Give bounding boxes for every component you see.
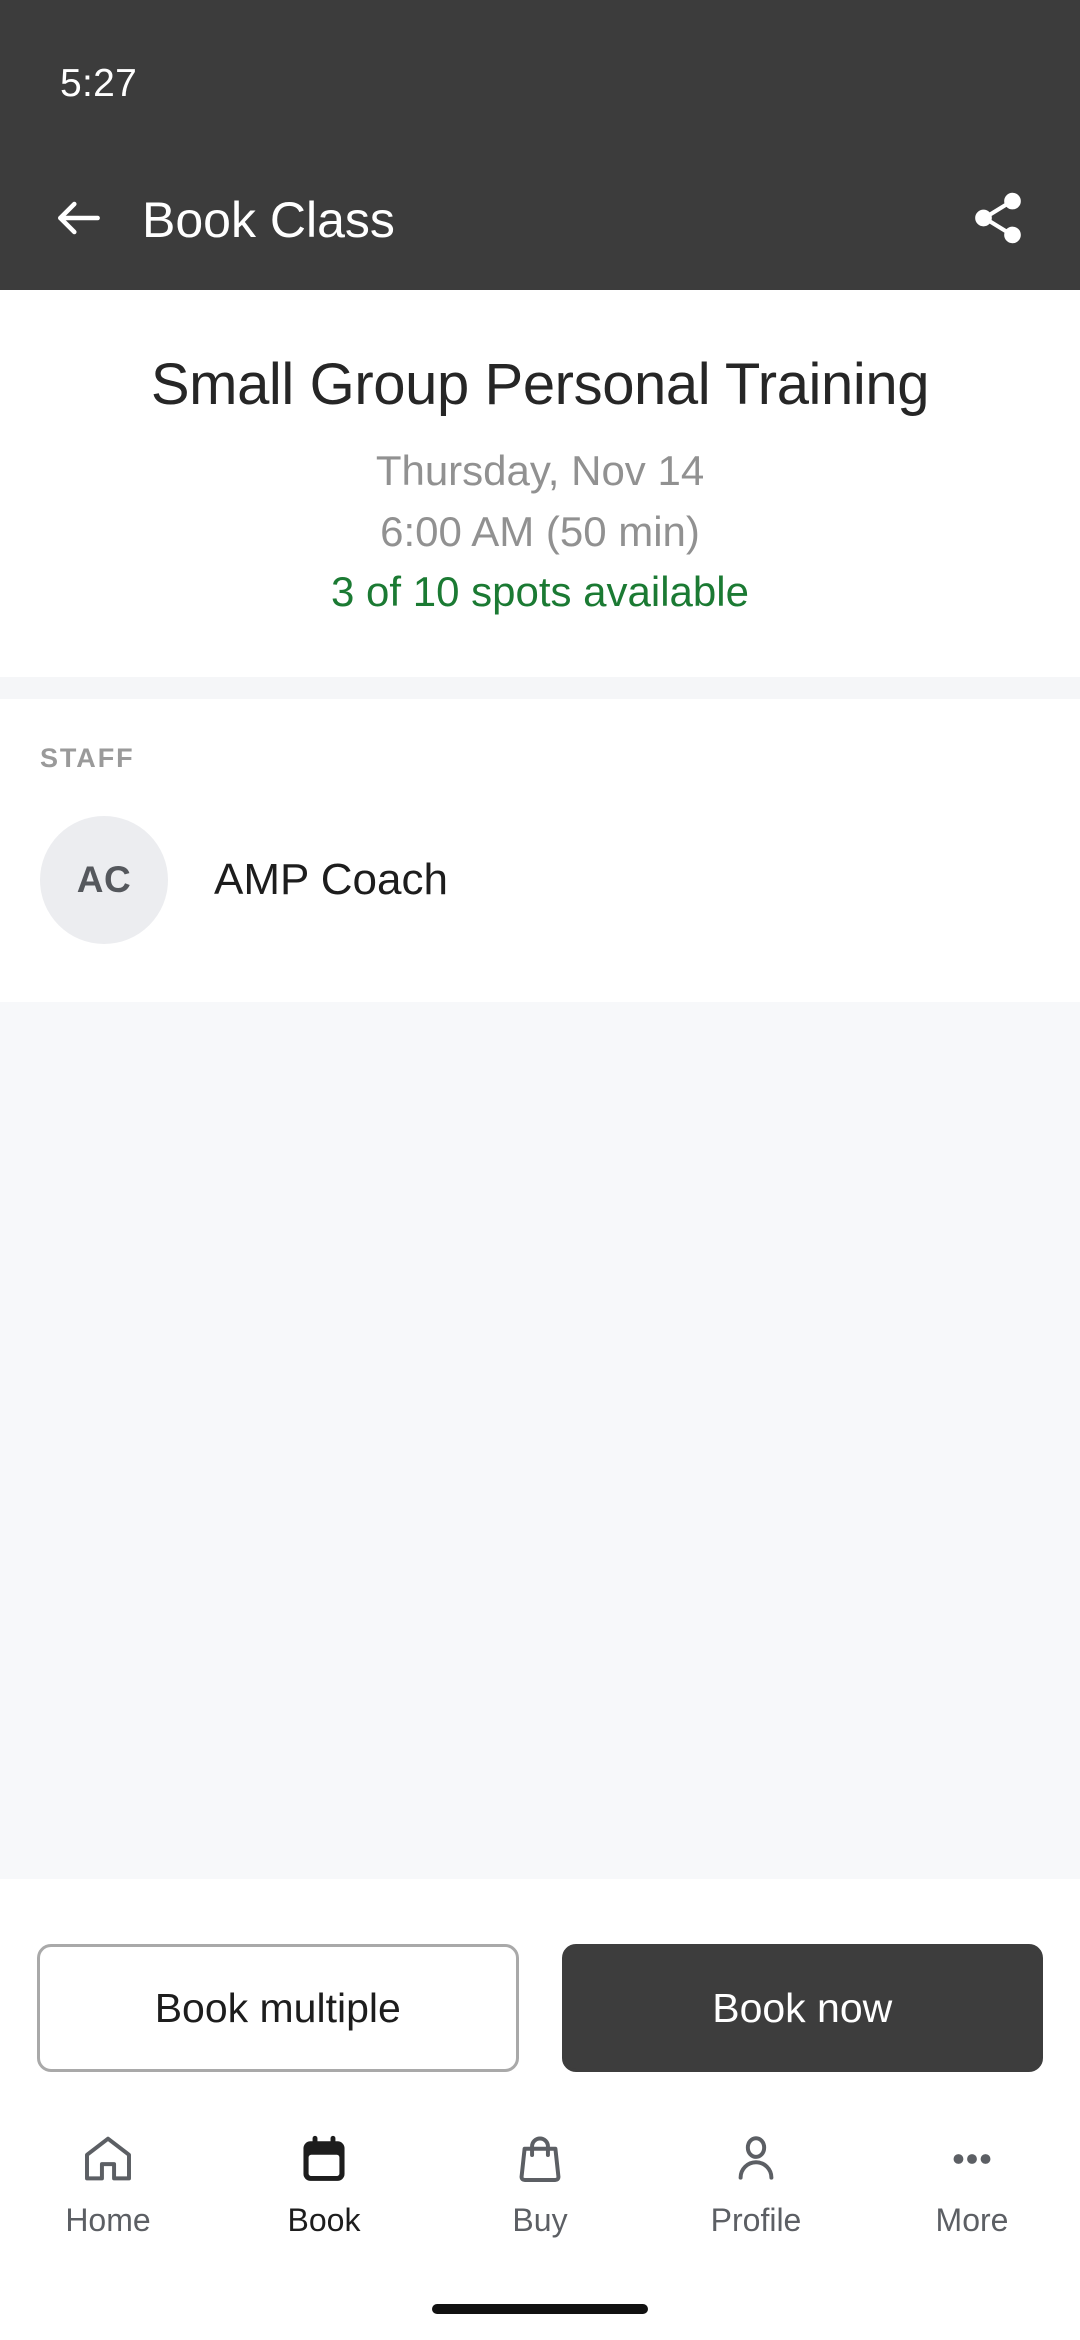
- section-divider: [0, 676, 1080, 699]
- staff-name: AMP Coach: [214, 854, 448, 904]
- app-bar: Book Class: [0, 150, 1080, 290]
- nav-label-more: More: [935, 2202, 1009, 2238]
- nav-label-book: Book: [287, 2202, 361, 2238]
- app-screen: 5:27 Book Class Small Group Personal Tra…: [0, 0, 1080, 2340]
- nav-item-more[interactable]: More: [864, 2128, 1080, 2239]
- class-time: 6:00 AM (50 min): [380, 507, 700, 555]
- nav-label-buy: Buy: [512, 2202, 568, 2238]
- staff-list-item[interactable]: AC AMP Coach: [40, 815, 1040, 1002]
- bottom-navigation-bar: Home Book Buy Profile More: [0, 2110, 1080, 2278]
- back-button[interactable]: [44, 185, 114, 255]
- staff-section: STAFF AC AMP Coach: [0, 698, 1080, 1002]
- home-gesture-indicator[interactable]: [432, 2304, 648, 2314]
- class-date: Thursday, Nov 14: [375, 447, 705, 495]
- book-now-button[interactable]: Book now: [561, 1944, 1043, 2072]
- page-title: Book Class: [142, 192, 395, 248]
- nav-item-book[interactable]: Book: [216, 2128, 432, 2239]
- person-icon: [728, 2128, 784, 2190]
- home-icon: [80, 2128, 136, 2190]
- content-empty-space: [0, 1001, 1080, 1879]
- class-name: Small Group Personal Training: [150, 352, 930, 417]
- arrow-left-icon: [51, 190, 107, 251]
- nav-item-profile[interactable]: Profile: [648, 2128, 864, 2239]
- class-spots-available: 3 of 10 spots available: [331, 568, 749, 616]
- nav-label-home: Home: [65, 2202, 151, 2238]
- class-summary-card: Small Group Personal Training Thursday, …: [0, 290, 1080, 677]
- status-bar-clock: 5:27: [60, 62, 138, 105]
- status-bar: 5:27: [0, 0, 1080, 150]
- ellipsis-icon: [944, 2128, 1000, 2190]
- gesture-bar-area: [0, 2278, 1080, 2340]
- book-multiple-button[interactable]: Book multiple: [37, 1944, 519, 2072]
- avatar: AC: [40, 815, 168, 944]
- shopping-bag-icon: [512, 2128, 568, 2190]
- nav-item-home[interactable]: Home: [0, 2128, 216, 2239]
- calendar-icon: [296, 2128, 352, 2190]
- staff-section-label: STAFF: [40, 742, 135, 773]
- avatar-initials: AC: [76, 858, 132, 900]
- action-bar: Book multiple Book now: [0, 1879, 1080, 2110]
- share-icon: [969, 189, 1027, 252]
- main-content: Small Group Personal Training Thursday, …: [0, 290, 1080, 1879]
- nav-label-profile: Profile: [710, 2202, 802, 2238]
- nav-item-buy[interactable]: Buy: [432, 2128, 648, 2239]
- share-button[interactable]: [958, 180, 1038, 260]
